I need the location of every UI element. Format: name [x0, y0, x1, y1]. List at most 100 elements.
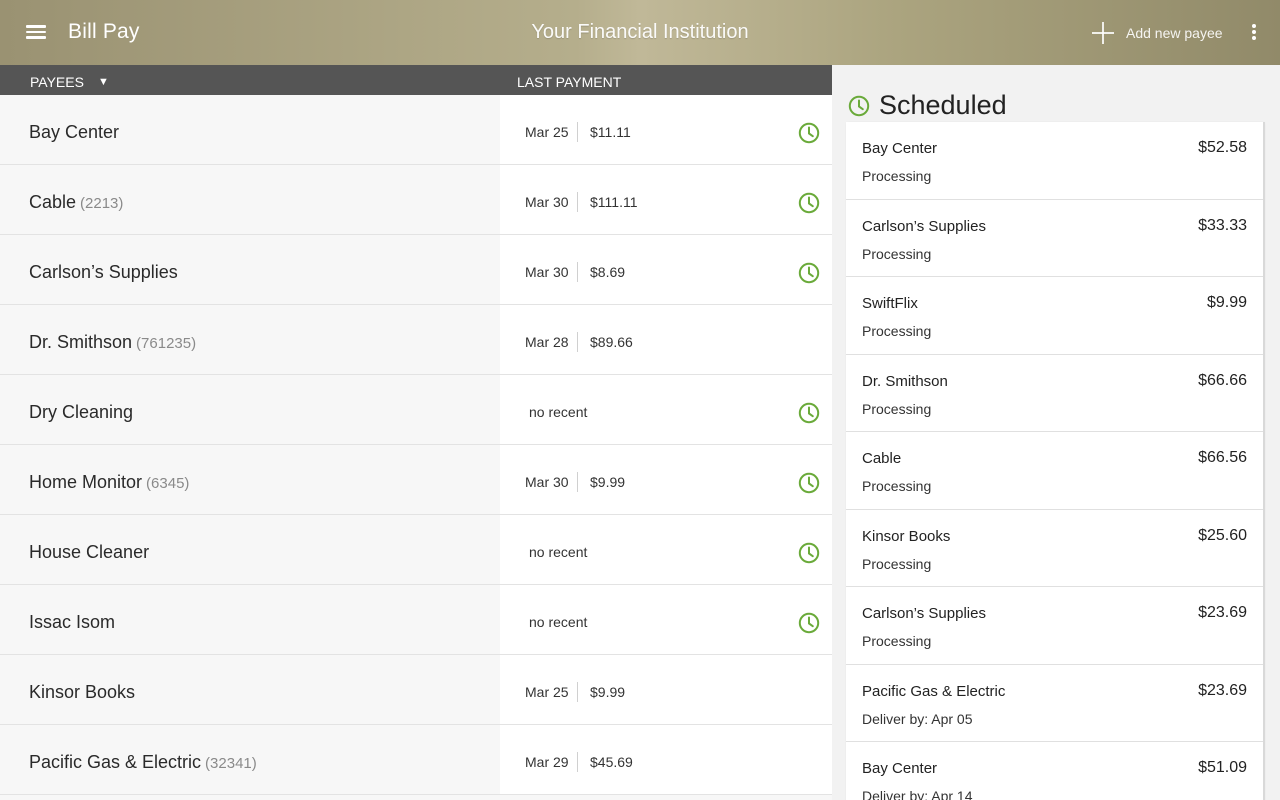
- payee-name-cell: Dr. Smithson (761235): [0, 305, 500, 374]
- payee-name: Pacific Gas & Electric (32341): [29, 752, 257, 773]
- payee-row[interactable]: Home Monitor (6345) Mar 30 $9.99: [0, 445, 832, 515]
- payee-row[interactable]: Dry Cleaning no recent: [0, 375, 832, 445]
- last-payment-cell: Mar 28 $89.66: [500, 305, 832, 374]
- payee-name-label: Home Monitor: [29, 472, 143, 492]
- scheduled-payee-name: Bay Center: [862, 140, 938, 157]
- payee-row[interactable]: Pacific Gas & Electric (32341) Mar 29 $45.6…: [0, 725, 832, 795]
- payee-name-label: Pacific Gas & Electric: [29, 752, 202, 772]
- scheduled-amount: $9.99: [1206, 294, 1247, 311]
- payee-name-label: Bay Center: [29, 122, 120, 142]
- last-payment-date: Mar 25: [525, 684, 569, 700]
- payee-name: Dry Cleaning: [29, 402, 133, 423]
- scheduled-pane: Scheduled Bay Center $52.58 Processing Carl…: [832, 65, 1280, 800]
- scheduled-payee-name: Dr. Smithson: [862, 372, 948, 390]
- payee-name: Kinsor Books: [29, 682, 135, 703]
- payee-list: Bay Center Mar 25 $11.11 Cable (2213) Mar 30 $…: [0, 95, 832, 795]
- scheduled-amount: $23.69: [1198, 681, 1247, 699]
- last-payment-cell: Mar 25 $9.99: [500, 655, 832, 724]
- scheduled-amount: $23.69: [1198, 604, 1247, 621]
- scheduled-payee-name: Pacific Gas & Electric: [862, 682, 1006, 700]
- divider: [577, 262, 578, 282]
- payee-row[interactable]: Kinsor Books Mar 25 $9.99: [0, 655, 832, 725]
- scheduled-status: Deliver by: Apr 14: [862, 788, 973, 800]
- payee-name-cell: Kinsor Books: [0, 655, 500, 724]
- scheduled-status: Processing: [862, 245, 932, 262]
- scheduled-item[interactable]: Bay Center $52.58 Processing: [846, 122, 1263, 200]
- clock-icon[interactable]: [798, 262, 820, 284]
- plus-icon: [1092, 22, 1114, 44]
- scheduled-item[interactable]: Dr. Smithson $66.66 Processing: [846, 355, 1263, 432]
- clock-icon[interactable]: [798, 192, 820, 214]
- payee-name-cell: House Cleaner: [0, 515, 500, 584]
- last-payment-cell: Mar 29 $45.69: [500, 725, 832, 794]
- payee-name: Home Monitor (6345): [29, 472, 189, 493]
- clock-icon[interactable]: [798, 542, 820, 564]
- last-payment-amount: $9.99: [590, 684, 626, 700]
- no-recent-label: no recent: [529, 544, 588, 560]
- payee-row[interactable]: Cable (2213) Mar 30 $111.11: [0, 165, 832, 235]
- scrollbar[interactable]: [1263, 122, 1265, 800]
- last-payment-amount: $111.11: [590, 194, 638, 210]
- payee-name-label: Carlson’s Supplies: [29, 262, 178, 282]
- scheduled-amount: $66.56: [1198, 449, 1247, 466]
- payee-name-label: Kinsor Books: [29, 682, 136, 702]
- payee-account-number: (2213): [80, 195, 124, 212]
- last-payment-cell: no recent: [500, 515, 832, 584]
- scheduled-item[interactable]: SwiftFlix $9.99 Processing: [846, 277, 1263, 355]
- scheduled-status: Processing: [862, 168, 932, 184]
- clock-icon[interactable]: [798, 402, 820, 424]
- scheduled-item[interactable]: Cable $66.56 Processing: [846, 432, 1263, 510]
- scheduled-item[interactable]: Kinsor Books $25.60 Processing: [846, 510, 1263, 587]
- list-header: PAYEES ▼ LAST PAYMENT: [0, 65, 832, 95]
- payee-name-label: House Cleaner: [29, 542, 150, 562]
- scheduled-title: Scheduled: [879, 90, 1007, 120]
- scheduled-status: Processing: [862, 400, 932, 417]
- last-payment-date: Mar 29: [525, 754, 569, 770]
- payee-account-number: (6345): [146, 475, 190, 492]
- last-payment-cell: Mar 30 $8.69: [500, 235, 832, 304]
- scheduled-item[interactable]: Carlson’s Supplies $33.33 Processing: [846, 200, 1263, 277]
- app-bar: Bill Pay Your Financial Institution Add …: [0, 0, 1280, 65]
- divider: [577, 332, 578, 352]
- payees-column-label: PAYEES: [30, 74, 84, 90]
- institution-name: Your Financial Institution: [531, 21, 749, 43]
- clock-icon[interactable]: [798, 612, 820, 634]
- payee-row[interactable]: Dr. Smithson (761235) Mar 28 $89.66: [0, 305, 832, 375]
- payee-name-label: Cable: [29, 192, 77, 212]
- add-new-payee-button[interactable]: Add new payee: [1092, 20, 1223, 46]
- scheduled-amount: $33.33: [1198, 216, 1247, 234]
- scheduled-status: Processing: [862, 323, 932, 339]
- payee-row[interactable]: Bay Center Mar 25 $11.11: [0, 95, 832, 165]
- scheduled-amount: $25.60: [1198, 526, 1247, 544]
- payee-name: Bay Center: [29, 122, 119, 143]
- last-payment-date: Mar 30: [525, 474, 569, 490]
- payee-name: Dr. Smithson (761235): [29, 332, 196, 353]
- payee-name-cell: Cable (2213): [0, 165, 500, 234]
- more-vert-icon[interactable]: [1246, 22, 1262, 44]
- scheduled-item[interactable]: Pacific Gas & Electric $23.69 Deliver by: …: [846, 665, 1263, 742]
- scheduled-payee-name: Kinsor Books: [862, 527, 951, 545]
- scheduled-item[interactable]: Bay Center $51.09 Deliver by: Apr 14: [846, 742, 1263, 800]
- last-payment-cell: Mar 25 $11.11: [500, 95, 832, 164]
- payees-sort-header[interactable]: PAYEES ▼: [30, 74, 109, 90]
- divider: [577, 192, 578, 212]
- scheduled-item[interactable]: Carlson’s Supplies $23.69 Processing: [846, 587, 1263, 665]
- no-recent-label: no recent: [529, 614, 588, 630]
- payee-name-cell: Bay Center: [0, 95, 500, 164]
- divider: [577, 472, 578, 492]
- scheduled-amount: $51.09: [1198, 759, 1247, 776]
- scheduled-header: Scheduled: [848, 90, 1007, 121]
- payee-row[interactable]: House Cleaner no recent: [0, 515, 832, 585]
- payee-name: Carlson’s Supplies: [29, 262, 178, 283]
- scheduled-status: Processing: [862, 633, 932, 649]
- payee-row[interactable]: Carlson’s Supplies Mar 30 $8.69: [0, 235, 832, 305]
- payee-name-cell: Home Monitor (6345): [0, 445, 500, 514]
- last-payment-amount: $8.69: [590, 264, 626, 280]
- payee-row[interactable]: Issac Isom no recent: [0, 585, 832, 655]
- payee-name: Cable (2213): [29, 192, 123, 213]
- payee-name-cell: Issac Isom: [0, 585, 500, 654]
- clock-icon[interactable]: [798, 472, 820, 494]
- scheduled-status: Processing: [862, 555, 932, 572]
- clock-icon[interactable]: [798, 122, 820, 144]
- last-payment-amount: $9.99: [590, 474, 626, 490]
